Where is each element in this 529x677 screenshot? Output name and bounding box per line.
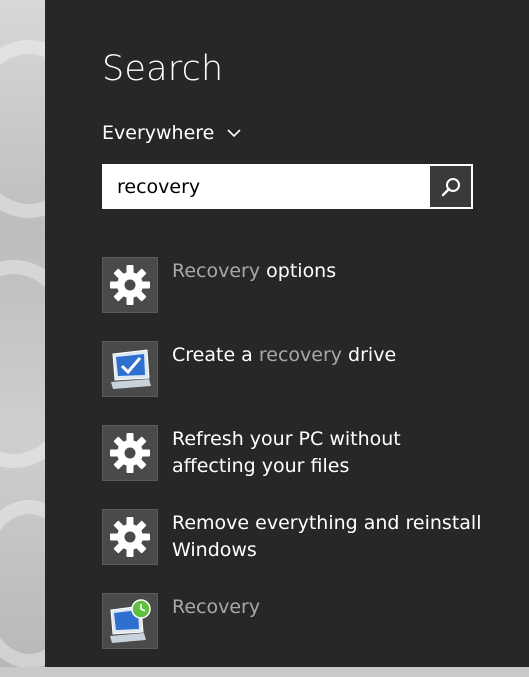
page-title: Search bbox=[102, 49, 224, 89]
result-match-text: Recovery bbox=[172, 596, 261, 618]
search-result-item[interactable]: Refresh your PC without affecting your f… bbox=[102, 425, 522, 509]
result-match-text: Recovery bbox=[172, 260, 261, 282]
search-icon bbox=[441, 177, 460, 196]
result-text: options bbox=[260, 260, 337, 282]
search-button[interactable] bbox=[430, 166, 471, 207]
search-scope-label: Everywhere bbox=[102, 122, 215, 144]
search-result-label: Remove everything and reinstall Windows bbox=[172, 510, 482, 564]
search-result-label: Recovery options bbox=[172, 258, 482, 285]
result-text: Refresh your PC without affecting your f… bbox=[172, 428, 401, 477]
search-results-list: Recovery options Create a recovery drive R… bbox=[102, 257, 522, 677]
result-text: Create a bbox=[172, 344, 259, 366]
monitor-check-icon bbox=[102, 341, 158, 397]
search-scope-dropdown[interactable]: Everywhere bbox=[102, 119, 242, 147]
monitor-clock-icon bbox=[102, 593, 158, 649]
search-charm-panel: Search Everywhere Recovery options Create… bbox=[45, 0, 529, 667]
desktop-background bbox=[0, 0, 45, 667]
search-result-label: Recovery bbox=[172, 594, 482, 621]
result-text: Remove everything and reinstall Windows bbox=[172, 512, 482, 561]
result-text: drive bbox=[342, 344, 397, 366]
gear-icon bbox=[102, 509, 158, 565]
search-input[interactable] bbox=[104, 166, 429, 207]
search-result-item[interactable]: Create a recovery drive bbox=[102, 341, 522, 425]
result-match-text: recovery bbox=[258, 344, 343, 366]
search-box bbox=[102, 164, 473, 209]
search-result-item[interactable]: Recovery options bbox=[102, 257, 522, 341]
search-result-item[interactable]: Remove everything and reinstall Windows bbox=[102, 509, 522, 593]
search-result-label: Refresh your PC without affecting your f… bbox=[172, 426, 482, 480]
gear-icon bbox=[102, 257, 158, 313]
search-result-label: Create a recovery drive bbox=[172, 342, 482, 369]
gear-icon bbox=[102, 425, 158, 481]
search-result-item[interactable]: Recovery bbox=[102, 593, 522, 677]
chevron-down-icon bbox=[227, 129, 241, 138]
